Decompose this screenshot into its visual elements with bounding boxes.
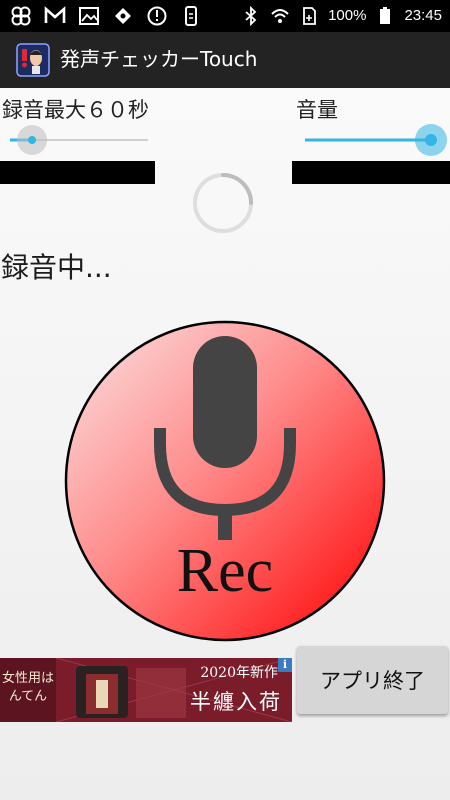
loading-spinner: [193, 173, 253, 233]
ad-year-text: 2020年新作: [200, 665, 278, 681]
status-bar: 100% 23:45: [0, 0, 450, 32]
exit-app-button[interactable]: アプリ終了: [297, 646, 448, 714]
battery-icon: [380, 7, 391, 24]
battery-percent: 100%: [328, 7, 367, 24]
recording-status: 録音中...: [1, 251, 112, 284]
max-rec-slider-thumb[interactable]: [28, 136, 37, 144]
clock: 23:45: [404, 7, 442, 24]
app-icon: [16, 43, 50, 77]
pinwheel-icon: [11, 6, 31, 26]
app-title: 発声チェッカーTouch: [60, 47, 258, 71]
main-content: 録音最大６０秒 音量 録音中... Rec 女性用はんてん 2020年新作 半纏…: [0, 88, 450, 800]
gallery-icon: [79, 7, 99, 25]
level-meter-left: [0, 161, 155, 184]
bluetooth-icon: [245, 6, 257, 26]
gmail-icon: [44, 6, 66, 23]
puzzle-icon: [115, 8, 131, 24]
level-meter-right: [292, 161, 450, 184]
sd-card-icon: [303, 7, 316, 25]
rec-button[interactable]: [64, 320, 386, 642]
app-bar: 発声チェッカーTouch: [0, 32, 450, 88]
sliders: [10, 124, 447, 156]
notification-icons: [10, 5, 202, 27]
ad-main-text: 半纏入荷: [190, 690, 282, 714]
volume-slider-thumb[interactable]: [425, 134, 437, 146]
wifi-icon: [271, 9, 289, 23]
ad-banner[interactable]: 女性用はんてん 2020年新作 半纏入荷 i: [0, 658, 292, 722]
ad-left-text: 女性用はんてん: [0, 658, 56, 722]
ad-info-icon[interactable]: i: [278, 658, 292, 672]
phone-sync-icon: [185, 6, 197, 26]
alert-icon: [147, 6, 167, 26]
